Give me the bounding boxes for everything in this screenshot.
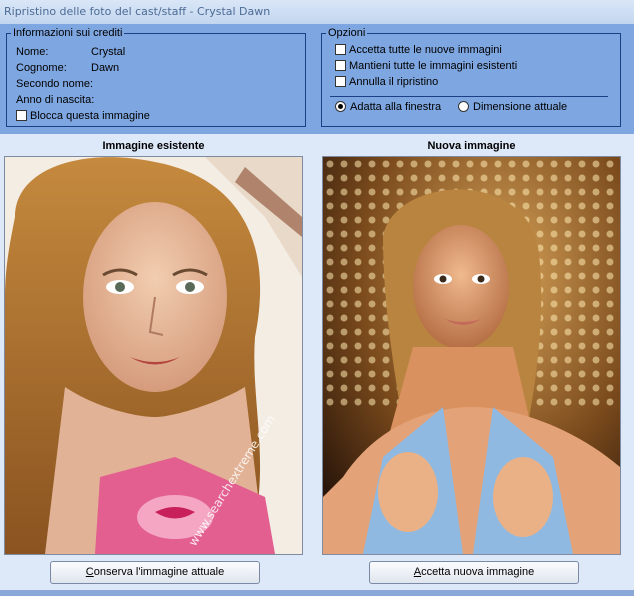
existing-portrait: www.searchextreme.com — [5, 157, 302, 554]
cancel-restore-checkbox[interactable] — [335, 76, 346, 87]
existing-image-title: Immagine esistente — [102, 140, 205, 152]
keep-button-mnemonic: C — [85, 566, 94, 578]
options-separator — [330, 96, 608, 97]
actual-size-radio[interactable] — [458, 101, 469, 112]
info-panel: Informazioni sui crediti Nome: Crystal C… — [0, 24, 634, 134]
accept-all-option[interactable]: Accetta tutte le nuove immagini — [335, 44, 502, 56]
cancel-restore-option[interactable]: Annulla il ripristino — [335, 76, 438, 88]
keep-all-label: Mantieni tutte le immagini esistenti — [349, 60, 518, 72]
window-title: Ripristino delle foto del cast/staff - C… — [4, 5, 271, 18]
actual-size-label: Dimensione attuale — [473, 101, 568, 113]
lock-image-label: Blocca questa immagine — [30, 110, 150, 122]
accept-button-mnemonic: A — [413, 566, 422, 578]
options-group: Opzioni Accetta tutte le nuove immagini … — [321, 27, 621, 127]
credits-group: Informazioni sui crediti Nome: Crystal C… — [6, 27, 306, 127]
bottom-edge — [0, 590, 634, 596]
last-name-value: Dawn — [91, 62, 120, 74]
keep-current-image-button[interactable]: Conserva l'immagine attuale — [50, 561, 260, 584]
title-bar: Ripristino delle foto del cast/staff - C… — [0, 0, 634, 25]
accept-all-label: Accetta tutte le nuove immagini — [349, 44, 502, 56]
birth-year-label: Anno di nascita: — [16, 94, 95, 106]
new-portrait — [323, 157, 620, 554]
credits-legend: Informazioni sui crediti — [11, 27, 125, 39]
actual-size-option[interactable]: Dimensione attuale — [458, 101, 567, 113]
first-name-value: Crystal — [91, 46, 126, 58]
fit-window-radio[interactable] — [335, 101, 346, 112]
keep-all-checkbox[interactable] — [335, 60, 346, 71]
lock-image-checkbox[interactable] — [16, 110, 27, 121]
accept-all-checkbox[interactable] — [335, 44, 346, 55]
lock-image-option[interactable]: Blocca questa immagine — [16, 110, 150, 122]
keep-all-option[interactable]: Mantieni tutte le immagini esistenti — [335, 60, 517, 72]
cancel-restore-label: Annulla il ripristino — [349, 76, 439, 88]
new-image-title: Nuova immagine — [427, 140, 516, 152]
existing-image: www.searchextreme.com — [4, 156, 303, 555]
first-name-label: Nome: — [16, 46, 49, 58]
accept-new-image-button[interactable]: Accetta nuova immagine — [369, 561, 579, 584]
fit-window-option[interactable]: Adatta alla finestra — [335, 101, 441, 113]
keep-button-label: onserva l'immagine attuale — [93, 566, 225, 578]
options-legend: Opzioni — [326, 27, 368, 39]
comparison-area: Immagine esistente Nuova immagine www.se… — [0, 134, 634, 596]
fit-window-label: Adatta alla finestra — [350, 101, 442, 113]
last-name-label: Cognome: — [16, 62, 67, 74]
new-image — [322, 156, 621, 555]
middle-name-label: Secondo nome: — [16, 78, 94, 90]
accept-button-label: ccetta nuova immagine — [421, 566, 535, 578]
